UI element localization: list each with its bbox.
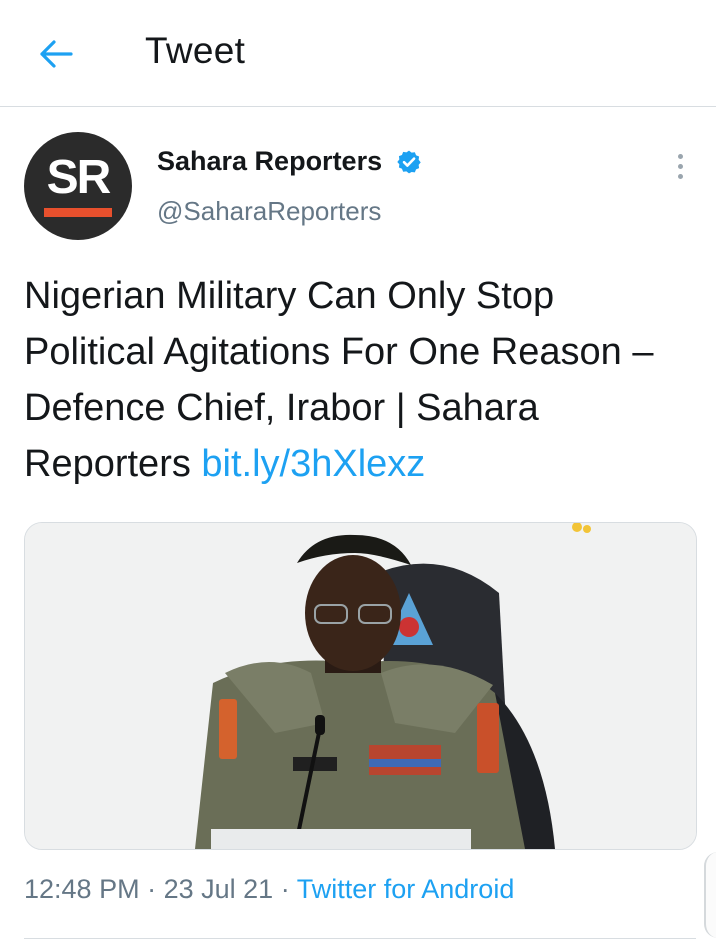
meta-separator: · xyxy=(280,874,290,904)
divider xyxy=(24,938,696,939)
more-vertical-icon[interactable] xyxy=(664,146,696,186)
display-name[interactable]: Sahara Reporters xyxy=(157,146,382,177)
tweet-meta: 12:48 PM · 23 Jul 21 · Twitter for Andro… xyxy=(24,874,514,905)
more-dot xyxy=(677,153,683,159)
tweet-date: 23 Jul 21 xyxy=(163,874,274,904)
tweet-link[interactable]: bit.ly/3hXlexz xyxy=(201,443,425,485)
tweet-time: 12:48 PM xyxy=(24,874,140,904)
edge-shadow xyxy=(704,852,716,938)
more-dot xyxy=(677,173,683,179)
avatar[interactable]: SR xyxy=(24,132,132,240)
tweet-media-image[interactable] xyxy=(24,522,697,850)
tweet-source-link[interactable]: Twitter for Android xyxy=(297,874,515,904)
meta-separator: · xyxy=(147,874,157,904)
arrow-left-icon xyxy=(40,40,73,68)
back-button[interactable] xyxy=(30,28,82,80)
verified-badge-icon xyxy=(397,150,421,174)
tweet-text: Nigerian Military Can Only Stop Politica… xyxy=(24,268,694,492)
media-photo xyxy=(25,523,696,849)
avatar-logo-text: SR xyxy=(46,151,112,204)
more-dot xyxy=(677,163,683,169)
avatar-logo-bar xyxy=(44,208,112,217)
user-handle[interactable]: @SaharaReporters xyxy=(157,196,381,227)
page-title: Tweet xyxy=(145,30,246,71)
top-bar: Tweet xyxy=(0,0,716,107)
